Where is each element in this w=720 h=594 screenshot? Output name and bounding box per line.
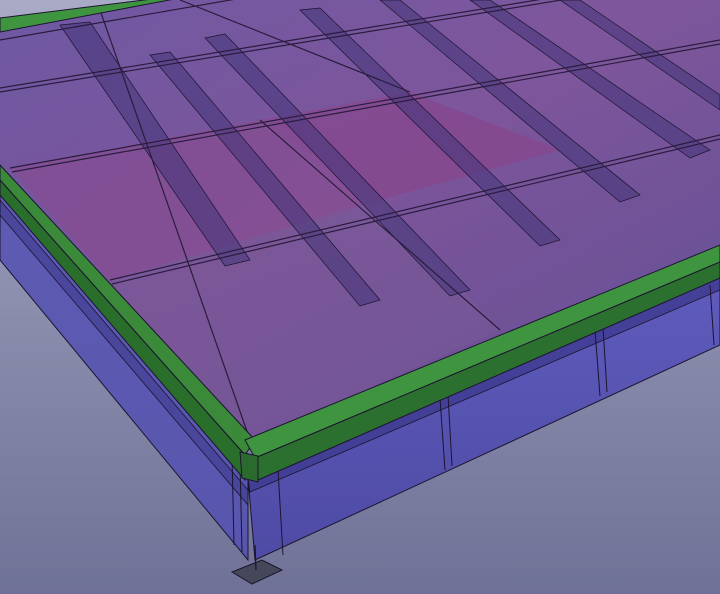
3d-viewport[interactable] (0, 0, 720, 594)
platform-model[interactable] (0, 0, 720, 594)
rim-corner (239, 451, 259, 483)
